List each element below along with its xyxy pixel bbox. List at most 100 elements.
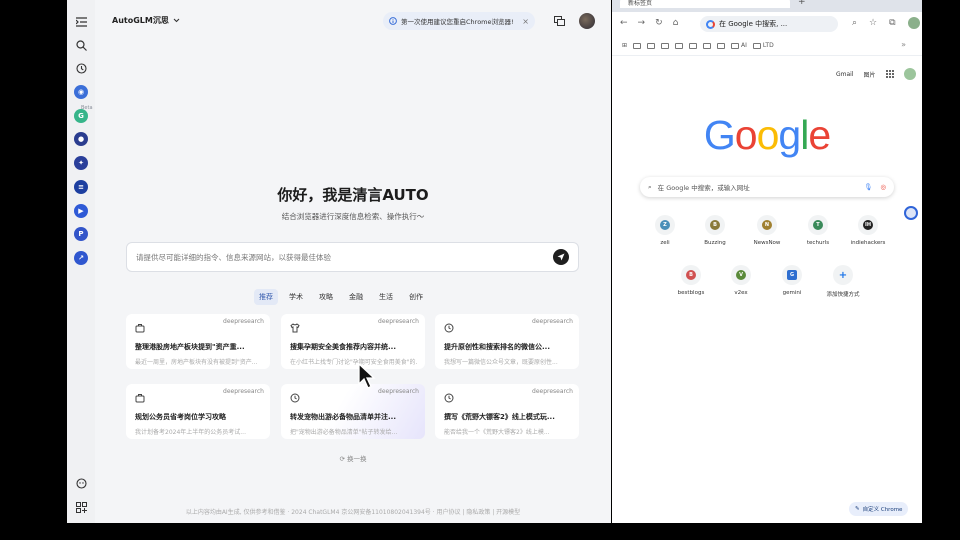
feedback-icon[interactable]	[74, 476, 88, 490]
shortcut-icon: B	[705, 215, 725, 235]
logo-letter: o	[734, 112, 758, 158]
shortcut-tile[interactable]: B Buzzing	[690, 215, 740, 246]
lens-search-icon[interactable]: ◎	[880, 183, 886, 191]
bookmarks-bar: ⊞ AI LTD »	[612, 36, 922, 56]
search-icon[interactable]	[74, 38, 88, 52]
folder-icon[interactable]	[717, 42, 726, 49]
forward-icon[interactable]: →	[638, 18, 646, 28]
app-shortcut-icon-6[interactable]: ▶	[74, 204, 88, 218]
history-icon[interactable]	[74, 61, 88, 75]
reload-icon[interactable]: ↻	[655, 18, 663, 28]
search-box-actions: 🎙 ◎	[864, 183, 886, 191]
shortcut-tile[interactable]: V v2ex	[716, 265, 766, 296]
folder-icon[interactable]	[689, 42, 698, 49]
zoom-search-icon[interactable]: ⌕	[852, 18, 857, 28]
tab-recommend[interactable]: 推荐	[254, 289, 278, 305]
chrome-tab-strip: 新标签页 +	[612, 0, 922, 12]
shortcut-tile[interactable]: IH indiehackers	[843, 215, 893, 246]
bookmarks-overflow-icon[interactable]: »	[901, 40, 906, 49]
bookmark-folder-ltd[interactable]: LTD	[752, 42, 774, 49]
shortcut-tile[interactable]: G gemini	[767, 265, 817, 296]
address-bar[interactable]: 在 Google 中搜索, ...	[700, 16, 838, 32]
shirt-icon	[290, 323, 300, 333]
address-text: 在 Google 中搜索, ...	[719, 20, 788, 28]
folder-icon[interactable]	[703, 42, 712, 49]
browser-tab[interactable]: 新标签页	[620, 0, 790, 8]
user-avatar[interactable]	[579, 13, 595, 29]
card-description: 最近一周里，房地产板块有没有被提到"资产...	[135, 359, 258, 366]
desktop-screen: ◉ G Beta ● ✦ ≡ ▶ P ↗ AutoGLM沉思 第一次使用建议您重…	[0, 0, 960, 540]
google-apps-icon[interactable]	[885, 70, 894, 78]
extensions-icon[interactable]: ⧉	[889, 18, 895, 28]
model-selector[interactable]: AutoGLM沉思	[112, 15, 180, 26]
suggestion-card[interactable]: deepresearch 提升原创性和搜索排名的微信公... 我想写一篇微信公众…	[435, 314, 579, 369]
tab-academic[interactable]: 学术	[284, 289, 308, 305]
app-shortcut-icon-1[interactable]: ◉	[74, 85, 88, 99]
app-shortcut-icon-8[interactable]: ↗	[74, 251, 88, 265]
floating-assistant-icon[interactable]	[904, 206, 918, 220]
suggestion-card[interactable]: deepresearch 规划公务员省考岗位学习攻略 我计划备考2024年上半年…	[126, 384, 270, 439]
tab-guide[interactable]: 攻略	[314, 289, 338, 305]
google-g-icon	[706, 19, 715, 29]
shortcut-icon: N	[757, 215, 777, 235]
logo-letter: g	[778, 112, 801, 158]
menu-toggle-icon[interactable]	[74, 15, 88, 29]
folder-icon[interactable]	[633, 42, 642, 49]
suggestion-card[interactable]: deepresearch 搜集孕期安全美食推荐内容并统... 在小红书上找专门讨…	[281, 314, 425, 369]
app-shortcut-icon-7[interactable]: P	[74, 227, 88, 241]
app-shortcut-icon-glm[interactable]: G	[74, 109, 88, 123]
google-search-box[interactable]: ⌕ 在 Google 中搜索，或输入网址 🎙 ◎	[640, 177, 894, 197]
window-layout-icon[interactable]	[554, 16, 565, 26]
shortcut-icon: V	[731, 265, 751, 285]
card-description: 能否给我一个《荒野大镖客2》线上模...	[444, 429, 550, 436]
app-shortcut-icon-5[interactable]: ≡	[74, 180, 88, 194]
notice-close-button[interactable]: ×	[522, 17, 529, 26]
folder-icon[interactable]	[661, 42, 670, 49]
app-shortcut-icon-4[interactable]: ✦	[74, 156, 88, 170]
profile-avatar[interactable]	[907, 17, 920, 29]
card-title: 撰写《荒野大镖客2》线上模式玩...	[444, 413, 555, 421]
folder-icon[interactable]	[675, 42, 684, 49]
apps-icon[interactable]: ⊞	[622, 42, 627, 49]
logo-letter: o	[756, 112, 780, 158]
refresh-suggestions-button[interactable]: ⟳ 换一换	[95, 453, 611, 463]
refresh-icon: ⟳	[339, 455, 345, 463]
tab-creation[interactable]: 创作	[404, 289, 428, 305]
app-shortcut-icon-3[interactable]: ●	[74, 132, 88, 146]
bookmark-star-icon[interactable]: ☆	[869, 18, 877, 28]
mouse-cursor-icon	[358, 363, 376, 389]
google-account-avatar[interactable]	[903, 68, 916, 80]
images-link[interactable]: 图片	[864, 70, 876, 79]
bookmark-folder-ai[interactable]: AI	[731, 42, 747, 49]
folder-icon	[731, 42, 740, 49]
google-top-links: Gmail 图片	[836, 68, 916, 80]
search-icon: ⌕	[648, 182, 652, 191]
tab-life[interactable]: 生活	[374, 289, 398, 305]
back-icon[interactable]: ←	[620, 18, 628, 28]
add-shortcut-button[interactable]: + 添加快捷方式	[818, 265, 868, 298]
suggestion-card[interactable]: deepresearch 整理港股房地产板块提到"资产重... 最近一周里，房地…	[126, 314, 270, 369]
hero-subtitle: 结合浏览器进行深度信息检索、操作执行～	[281, 212, 425, 221]
shortcut-tile[interactable]: N NewsNow	[742, 215, 792, 246]
suggestion-card[interactable]: deepresearch 撰写《荒野大镖客2》线上模式玩... 能否给我一个《荒…	[435, 384, 579, 439]
voice-search-icon[interactable]: 🎙	[864, 183, 872, 191]
shortcut-tile[interactable]: Z zeli	[640, 215, 690, 246]
prompt-input[interactable]	[136, 252, 553, 262]
tab-finance[interactable]: 金融	[344, 289, 368, 305]
home-icon[interactable]: ⌂	[673, 18, 679, 28]
google-search-placeholder: 在 Google 中搜索，或输入网址	[657, 184, 750, 192]
shortcut-label: bestblogs	[677, 290, 705, 296]
gmail-link[interactable]: Gmail	[836, 71, 854, 78]
apps-grid-icon[interactable]	[74, 500, 88, 514]
tab-title: 新标签页	[628, 0, 653, 7]
new-tab-button[interactable]: +	[798, 0, 806, 7]
folder-icon[interactable]	[647, 42, 656, 49]
send-button[interactable]	[553, 249, 569, 265]
chevron-down-icon	[173, 18, 180, 23]
shortcut-tile[interactable]: B bestblogs	[666, 265, 716, 296]
shortcut-tile[interactable]: T techurls	[793, 215, 843, 246]
customize-chrome-button[interactable]: ✎ 自定义 Chrome	[849, 502, 909, 516]
logo-letter: G	[703, 112, 736, 158]
suggestion-card[interactable]: deepresearch 转发宠物出游必备物品清单并注... 把"宠物出游必备物…	[281, 384, 425, 439]
card-title: 转发宠物出游必备物品清单并注...	[290, 413, 396, 421]
